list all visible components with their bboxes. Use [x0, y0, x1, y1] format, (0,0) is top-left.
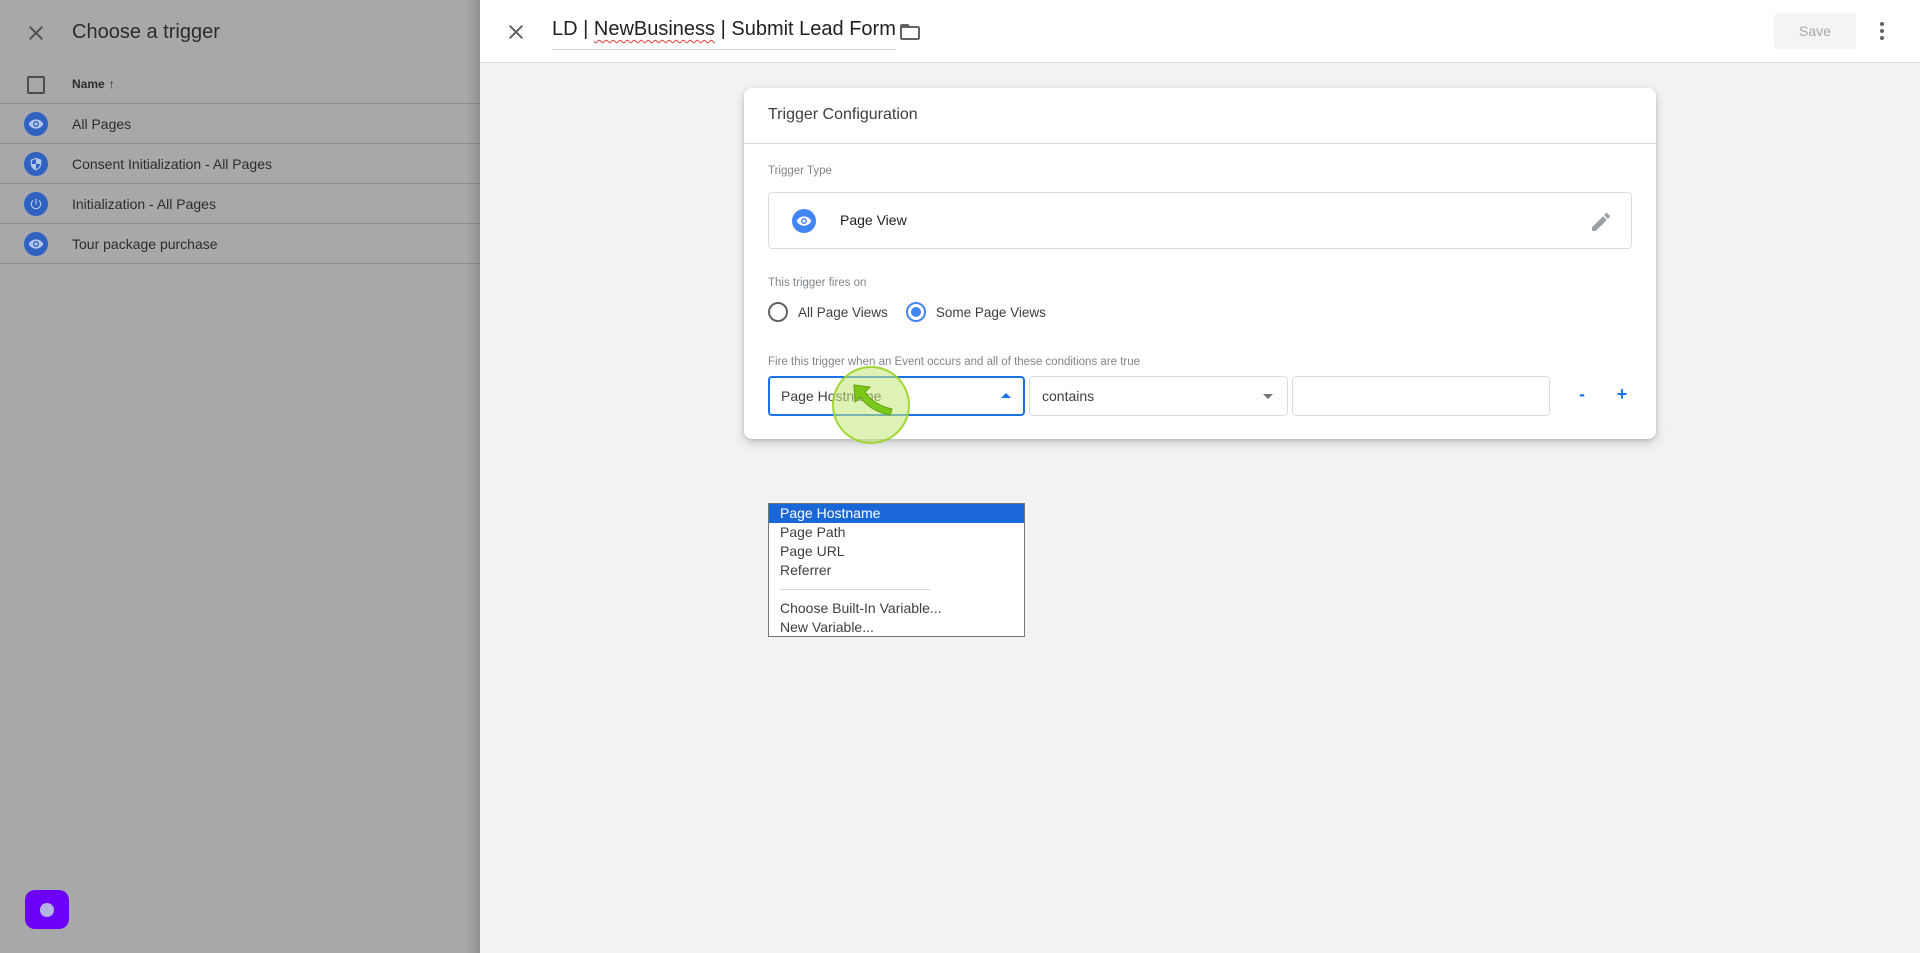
close-choose-trigger-button[interactable]: [24, 21, 48, 45]
dropdown-option-page-hostname[interactable]: Page Hostname: [769, 504, 1024, 523]
dropdown-option-page-url[interactable]: Page URL: [769, 542, 1024, 561]
save-button[interactable]: Save: [1774, 13, 1856, 49]
trigger-row-label: Consent Initialization - All Pages: [72, 156, 272, 172]
close-icon: [509, 25, 523, 39]
close-icon: [29, 26, 43, 40]
title-part-misspelled: NewBusiness: [593, 18, 716, 40]
eye-icon: [24, 112, 48, 136]
dropdown-option-new-variable[interactable]: New Variable...: [769, 618, 1024, 637]
trigger-type-label: Trigger Type: [768, 165, 832, 177]
condition-label: Fire this trigger when an Event occurs a…: [768, 356, 1141, 368]
radio-all-page-views[interactable]: All Page Views: [768, 302, 888, 322]
help-bubble-icon: [40, 902, 54, 917]
help-chat-button[interactable]: [25, 890, 69, 929]
operator-select-value: contains: [1042, 388, 1095, 404]
radio-checked-icon: [905, 302, 926, 322]
variable-select[interactable]: Page Hostname: [768, 376, 1025, 416]
caret-down-icon: [1263, 394, 1273, 399]
dropdown-separator: [769, 580, 1024, 599]
fires-on-label: This trigger fires on: [768, 277, 867, 289]
folder-icon: [900, 24, 920, 40]
choose-trigger-header: Choose a trigger: [0, 0, 480, 66]
trigger-row-label: Initialization - All Pages: [72, 196, 216, 212]
trigger-name-input[interactable]: LD | NewBusiness | Submit Lead Form: [552, 18, 896, 50]
trigger-configuration-card: Trigger Configuration Trigger Type Page …: [744, 88, 1656, 439]
trigger-editor-panel: LD | NewBusiness | Submit Lead Form Save…: [480, 0, 1920, 953]
name-column-header[interactable]: Name ↑: [72, 77, 115, 91]
eye-icon: [24, 232, 48, 256]
pencil-icon: [1592, 212, 1611, 231]
title-part: | Submit Lead Form: [715, 18, 896, 40]
title-part: LD |: [552, 18, 594, 40]
power-icon: [24, 192, 48, 216]
name-column-label: Name: [72, 77, 105, 91]
dropdown-option-page-path[interactable]: Page Path: [769, 523, 1024, 542]
select-all-checkbox[interactable]: [27, 76, 45, 94]
trigger-row-tour-package-purchase[interactable]: Tour package purchase: [0, 224, 480, 264]
sort-ascending-icon: ↑: [108, 77, 115, 91]
radio-unchecked-icon: [768, 302, 788, 322]
more-vert-icon-dot: [1880, 29, 1884, 33]
condition-value-input[interactable]: [1292, 376, 1550, 416]
more-vert-icon-dot: [1880, 22, 1884, 26]
operator-select[interactable]: contains: [1029, 376, 1288, 416]
trigger-type-value: Page View: [840, 212, 907, 228]
radio-label: All Page Views: [798, 304, 888, 320]
variable-dropdown-list: Page Hostname Page Path Page URL Referre…: [768, 503, 1025, 637]
variable-select-value: Page Hostname: [781, 388, 882, 404]
fires-on-radio-group: All Page Views Some Page Views: [768, 302, 1064, 322]
radio-label: Some Page Views: [935, 304, 1046, 320]
panel-edge-shadow: [466, 0, 480, 953]
editor-topbar: LD | NewBusiness | Submit Lead Form Save: [480, 0, 1920, 63]
more-options-button[interactable]: [1870, 19, 1894, 43]
dropdown-option-choose-built-in-variable[interactable]: Choose Built-In Variable...: [769, 599, 1024, 618]
radio-some-page-views[interactable]: Some Page Views: [905, 302, 1046, 322]
trigger-row-initialization[interactable]: Initialization - All Pages: [0, 184, 480, 224]
add-condition-button[interactable]: +: [1610, 382, 1634, 406]
dropdown-option-referrer[interactable]: Referrer: [769, 561, 1024, 580]
trigger-row-all-pages[interactable]: All Pages: [0, 104, 480, 144]
trigger-row-label: Tour package purchase: [72, 236, 218, 252]
trigger-list: All Pages Consent Initialization - All P…: [0, 104, 480, 264]
trigger-row-consent-initialization[interactable]: Consent Initialization - All Pages: [0, 144, 480, 184]
trigger-table-header: Name ↑: [0, 66, 480, 104]
remove-condition-button[interactable]: -: [1570, 382, 1594, 406]
trigger-row-label: All Pages: [72, 116, 132, 132]
more-vert-icon-dot: [1880, 36, 1884, 40]
choose-trigger-title: Choose a trigger: [72, 21, 220, 43]
folder-button[interactable]: [898, 20, 922, 44]
eye-icon: [792, 209, 816, 233]
trigger-type-selector[interactable]: Page View: [768, 192, 1632, 249]
card-title: Trigger Configuration: [768, 106, 918, 123]
close-editor-button[interactable]: [504, 20, 528, 44]
caret-up-icon: [1001, 393, 1011, 398]
shield-icon: [24, 152, 48, 176]
choose-trigger-panel: Choose a trigger Name ↑ All Pages Consent…: [0, 0, 480, 953]
card-divider: [744, 143, 1656, 144]
condition-row: Page Hostname contains - +: [768, 376, 1648, 416]
edit-trigger-type-button[interactable]: [1589, 210, 1613, 234]
